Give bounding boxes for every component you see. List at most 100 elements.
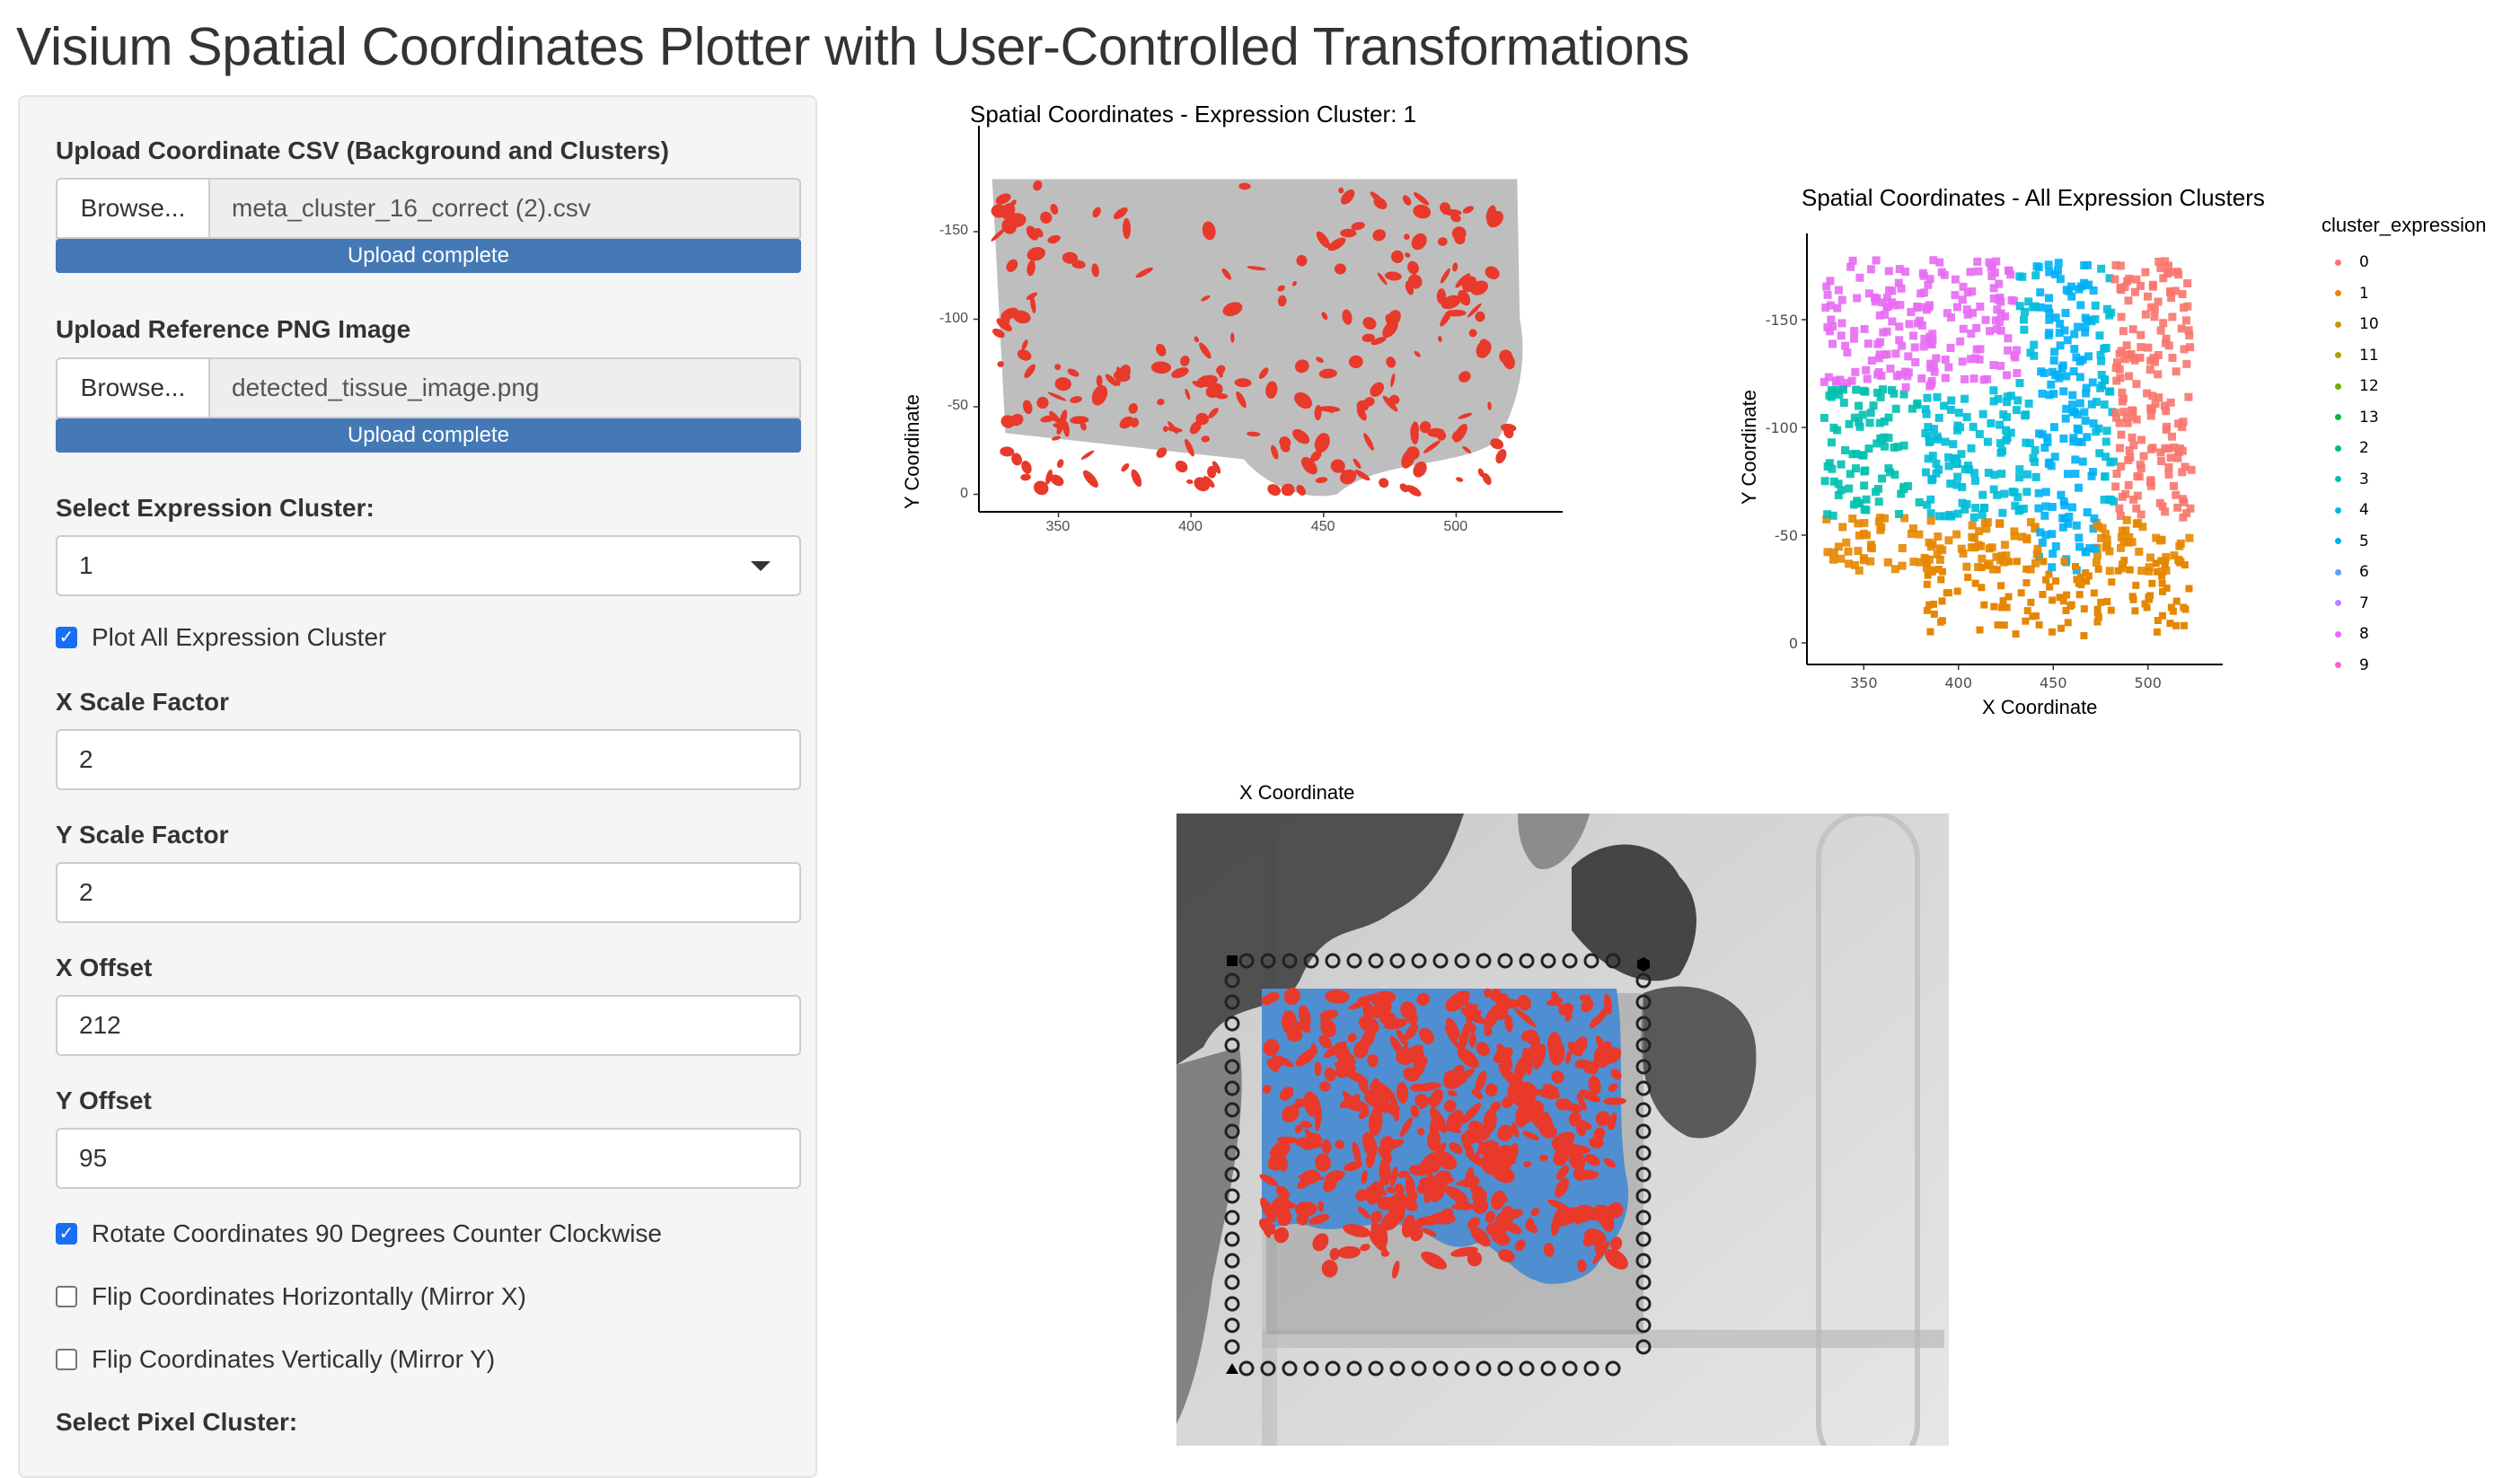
cluster-point	[1940, 401, 1949, 410]
png-file-input[interactable]: Browse... detected_tissue_image.png	[56, 357, 801, 418]
cluster-point	[2040, 368, 2049, 377]
background-points	[991, 179, 1523, 497]
cluster-point	[2041, 488, 2050, 497]
cluster-point	[1998, 446, 2007, 455]
overlay-cluster-point	[1450, 1203, 1479, 1210]
cluster-point	[2084, 260, 2093, 269]
flip-v-checkbox-row[interactable]: ✓ Flip Coordinates Vertically (Mirror Y)	[56, 1345, 495, 1374]
cluster-point	[2137, 567, 2146, 576]
cluster-point	[1986, 327, 1995, 336]
cluster-point	[2019, 315, 2028, 324]
cluster-point	[1952, 530, 1961, 539]
cluster-point	[1837, 331, 1846, 340]
cluster-point	[2094, 565, 2102, 573]
cluster-point	[1944, 462, 1953, 471]
cluster-point	[1924, 571, 1932, 579]
legend-swatch	[2335, 568, 2341, 576]
cluster-point	[1964, 573, 1972, 581]
y-scale-input[interactable]	[56, 862, 801, 923]
flip-v-checkbox[interactable]: ✓	[56, 1349, 77, 1370]
x-offset-input[interactable]	[56, 995, 801, 1056]
cluster-point	[2059, 434, 2068, 443]
cluster-point	[1890, 443, 1899, 452]
cluster-point	[2040, 511, 2049, 520]
cluster-point	[2115, 349, 2124, 358]
legend-item: 8	[2326, 619, 2379, 650]
cluster-point	[2030, 351, 2039, 360]
all-clusters-plot: Spatial Coordinates - All Expression Clu…	[1724, 175, 2515, 732]
plot-all-checkbox-row[interactable]: ✓ Plot All Expression Cluster	[56, 623, 386, 652]
cluster-point	[2058, 514, 2067, 523]
cluster-point	[2064, 619, 2072, 627]
cluster-point	[1930, 367, 1939, 376]
cluster-point	[1922, 468, 1931, 477]
cluster-point	[1965, 465, 1974, 474]
cluster-point	[2003, 434, 2012, 443]
cluster-point	[2005, 593, 2013, 601]
cluster-point	[2174, 270, 2183, 279]
cluster-point	[1962, 413, 1971, 422]
cluster-point	[2068, 400, 2077, 409]
cluster-point	[2031, 472, 2040, 481]
cluster-point	[1951, 291, 1960, 300]
cluster-point	[1971, 476, 1980, 485]
cluster-point	[2072, 562, 2080, 570]
cluster-point	[2117, 462, 2126, 471]
cluster-point	[1862, 365, 1871, 374]
cluster-point	[1864, 444, 1873, 453]
cluster-point	[1937, 618, 1945, 626]
cluster-point	[2105, 311, 2114, 320]
cluster-point	[1976, 626, 1984, 634]
cluster-point	[1839, 399, 1848, 408]
cluster-point	[2172, 490, 2181, 499]
cluster-point	[1971, 504, 1980, 513]
cluster-point	[2080, 605, 2088, 613]
cluster-point	[1921, 405, 1930, 414]
legend-swatch	[2335, 476, 2341, 483]
cluster-point	[1863, 374, 1872, 383]
cluster-point	[1846, 262, 1855, 271]
cluster-point	[1933, 392, 1942, 401]
cluster-point	[2022, 410, 2031, 419]
cluster-point	[2156, 448, 2165, 457]
flip-h-checkbox-row[interactable]: ✓ Flip Coordinates Horizontally (Mirror …	[56, 1282, 526, 1311]
cluster-point	[1911, 357, 1920, 366]
coord-browse-button[interactable]: Browse...	[57, 180, 210, 237]
cluster-point	[2122, 414, 2131, 423]
cluster-point	[2101, 472, 2110, 481]
cluster-point	[2088, 378, 2097, 387]
legend-swatch	[2335, 630, 2341, 638]
cluster-point	[2075, 399, 2084, 408]
flip-h-checkbox[interactable]: ✓	[56, 1286, 77, 1307]
cluster-point	[2158, 502, 2167, 511]
rotate-checkbox-row[interactable]: ✓ Rotate Coordinates 90 Degrees Counter …	[56, 1219, 662, 1248]
cluster-point	[2104, 387, 2113, 396]
cluster-point	[2038, 389, 2047, 398]
cluster-point	[2156, 326, 2165, 335]
png-browse-button[interactable]: Browse...	[57, 359, 210, 417]
rotate-checkbox[interactable]: ✓	[56, 1223, 77, 1245]
cluster-point	[2054, 259, 2063, 268]
cluster-point	[2092, 398, 2101, 407]
cluster-point	[1861, 466, 1870, 475]
cluster-point	[1983, 374, 1992, 383]
cluster-point	[1860, 324, 1869, 333]
cluster-point	[2005, 266, 2013, 275]
expression-cluster-select[interactable]: 1	[56, 535, 801, 596]
cluster-point	[2126, 453, 2135, 462]
y-offset-input[interactable]	[56, 1128, 801, 1189]
y-tick-label: 0	[1789, 635, 1798, 652]
cluster-point	[1829, 548, 1838, 557]
cluster-point	[1928, 452, 1937, 461]
legend-swatch	[2335, 444, 2341, 452]
cluster-point	[2153, 567, 2161, 576]
coord-file-input[interactable]: Browse... meta_cluster_16_correct (2).cs…	[56, 178, 801, 239]
cluster-point	[1882, 350, 1891, 359]
cluster-point	[2117, 532, 2126, 541]
cluster-point	[1996, 519, 2005, 528]
cluster-point	[2061, 414, 2070, 423]
cluster-point	[1993, 490, 2002, 499]
plot-all-checkbox[interactable]: ✓	[56, 627, 77, 648]
cluster-point	[1884, 413, 1893, 422]
x-scale-input[interactable]	[56, 729, 801, 790]
